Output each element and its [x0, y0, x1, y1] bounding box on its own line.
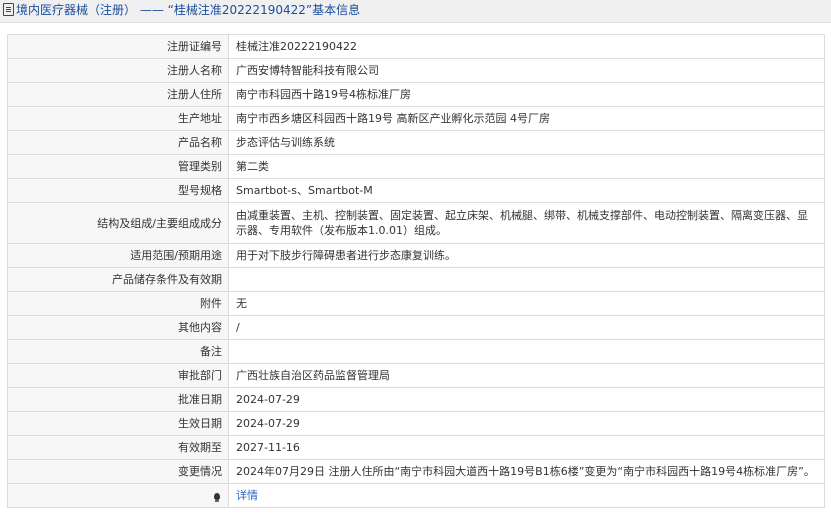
row-label: 批准日期 — [7, 387, 229, 412]
table-row: 产品储存条件及有效期 — [7, 267, 825, 292]
row-label: 附件 — [7, 291, 229, 316]
row-value: 由减重装置、主机、控制装置、固定装置、起立床架、机械腿、绑带、机械支撑部件、电动… — [228, 202, 825, 244]
row-value: / — [228, 315, 825, 340]
row-value — [228, 267, 825, 292]
row-value: 桂械注准20222190422 — [228, 34, 825, 59]
table-row: 变更情况 2024年07月29日 注册人住所由“南宁市科园大道西十路19号B1栋… — [7, 459, 825, 484]
table-row: 生产地址 南宁市西乡塘区科园西十路19号 高新区产业孵化示范园 4号厂房 — [7, 106, 825, 131]
row-label: 有效期至 — [7, 435, 229, 460]
row-label: 结构及组成/主要组成成分 — [7, 202, 229, 244]
table-row: 附件 无 — [7, 291, 825, 316]
row-label: 注册人住所 — [7, 82, 229, 107]
row-value: 2027-11-16 — [228, 435, 825, 460]
details-value-cell: 详情 — [228, 483, 825, 508]
table-row: 注册人住所 南宁市科园西十路19号4栋标准厂房 — [7, 82, 825, 107]
row-value: Smartbot-s、Smartbot-M — [228, 178, 825, 203]
row-label: 型号规格 — [7, 178, 229, 203]
row-value: 2024-07-29 — [228, 387, 825, 412]
row-label: 备注 — [7, 339, 229, 364]
table-row: 生效日期 2024-07-29 — [7, 411, 825, 436]
table-row: 其他内容 / — [7, 315, 825, 340]
page-title: “桂械注准20222190422”基本信息 — [167, 3, 361, 17]
table-row: 有效期至 2027-11-16 — [7, 435, 825, 460]
details-label-cell — [7, 483, 229, 508]
row-value: 广西壮族自治区药品监督管理局 — [228, 363, 825, 388]
table-row: 适用范围/预期用途 用于对下肢步行障碍患者进行步态康复训练。 — [7, 243, 825, 268]
row-value: 步态评估与训练系统 — [228, 130, 825, 155]
table-row-details: 详情 — [7, 483, 825, 508]
page-title-bar: 境内医疗器械（注册） —— “桂械注准20222190422”基本信息 — [0, 0, 831, 23]
info-panel: 注册证编号 桂械注准20222190422 注册人名称 广西安博特智能科技有限公… — [0, 23, 831, 508]
table-row: 备注 — [7, 339, 825, 364]
row-value: 用于对下肢步行障碍患者进行步态康复训练。 — [228, 243, 825, 268]
row-value: 2024-07-29 — [228, 411, 825, 436]
table-row: 产品名称 步态评估与训练系统 — [7, 130, 825, 155]
row-label: 注册证编号 — [7, 34, 229, 59]
table-row: 注册人名称 广西安博特智能科技有限公司 — [7, 58, 825, 83]
row-label: 产品储存条件及有效期 — [7, 267, 229, 292]
row-value: 广西安博特智能科技有限公司 — [228, 58, 825, 83]
title-separator: —— — [139, 3, 164, 17]
row-value: 无 — [228, 291, 825, 316]
table-row: 批准日期 2024-07-29 — [7, 387, 825, 412]
row-label: 生产地址 — [7, 106, 229, 131]
row-value: 2024年07月29日 注册人住所由“南宁市科园大道西十路19号B1栋6楼”变更… — [228, 459, 825, 484]
table-row: 结构及组成/主要组成成分 由减重装置、主机、控制装置、固定装置、起立床架、机械腿… — [7, 202, 825, 244]
row-label: 生效日期 — [7, 411, 229, 436]
table-row: 审批部门 广西壮族自治区药品监督管理局 — [7, 363, 825, 388]
info-table: 注册证编号 桂械注准20222190422 注册人名称 广西安博特智能科技有限公… — [7, 34, 825, 508]
row-label: 产品名称 — [7, 130, 229, 155]
row-label: 适用范围/预期用途 — [7, 243, 229, 268]
bulb-icon — [214, 493, 220, 502]
table-row: 管理类别 第二类 — [7, 154, 825, 179]
row-value: 南宁市科园西十路19号4栋标准厂房 — [228, 82, 825, 107]
category-label: 境内医疗器械（注册） — [16, 3, 137, 17]
row-value — [228, 339, 825, 364]
row-value: 南宁市西乡塘区科园西十路19号 高新区产业孵化示范园 4号厂房 — [228, 106, 825, 131]
document-icon — [3, 3, 14, 16]
row-label: 其他内容 — [7, 315, 229, 340]
row-label: 管理类别 — [7, 154, 229, 179]
details-link[interactable]: 详情 — [236, 489, 258, 502]
table-row: 型号规格 Smartbot-s、Smartbot-M — [7, 178, 825, 203]
row-label: 注册人名称 — [7, 58, 229, 83]
row-label: 审批部门 — [7, 363, 229, 388]
row-label: 变更情况 — [7, 459, 229, 484]
table-row: 注册证编号 桂械注准20222190422 — [7, 34, 825, 59]
row-value: 第二类 — [228, 154, 825, 179]
